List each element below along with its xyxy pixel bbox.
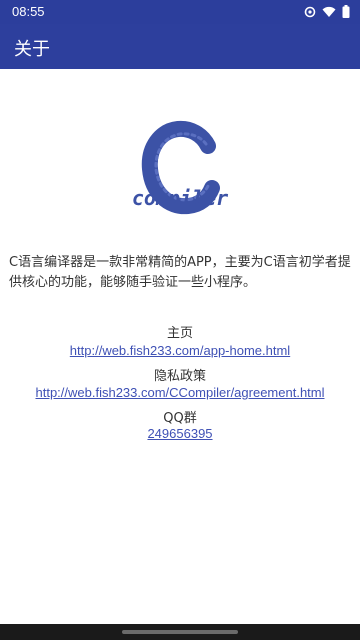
about-content: compiler C语言编译器是一款非常精简的APP，主要为C语言初学者提供核心… [0, 69, 360, 624]
page-title: 关于 [14, 39, 50, 60]
qq-group-link[interactable]: 249656395 [0, 426, 360, 441]
battery-icon [342, 5, 350, 18]
privacy-label: 隐私政策 [153, 369, 206, 384]
qq-group-label: QQ群 [163, 411, 197, 426]
status-time: 08:55 [12, 4, 45, 19]
home-gesture-handle[interactable] [122, 630, 238, 634]
app-description: C语言编译器是一款非常精简的APP，主要为C语言初学者提供核心的功能，能够随手验… [9, 255, 351, 290]
app-bar: 关于 [0, 24, 360, 69]
status-icons [304, 5, 350, 18]
data-saver-icon [304, 6, 316, 17]
status-bar: 08:55 [0, 0, 360, 24]
home-label: 主页 [166, 326, 193, 341]
wifi-icon [322, 6, 336, 17]
navigation-bar [0, 624, 360, 640]
home-link[interactable]: http://web.fish233.com/app-home.html [0, 343, 360, 358]
logo-text: compiler [131, 186, 229, 210]
privacy-link[interactable]: http://web.fish233.com/CCompiler/agreeme… [0, 385, 360, 400]
